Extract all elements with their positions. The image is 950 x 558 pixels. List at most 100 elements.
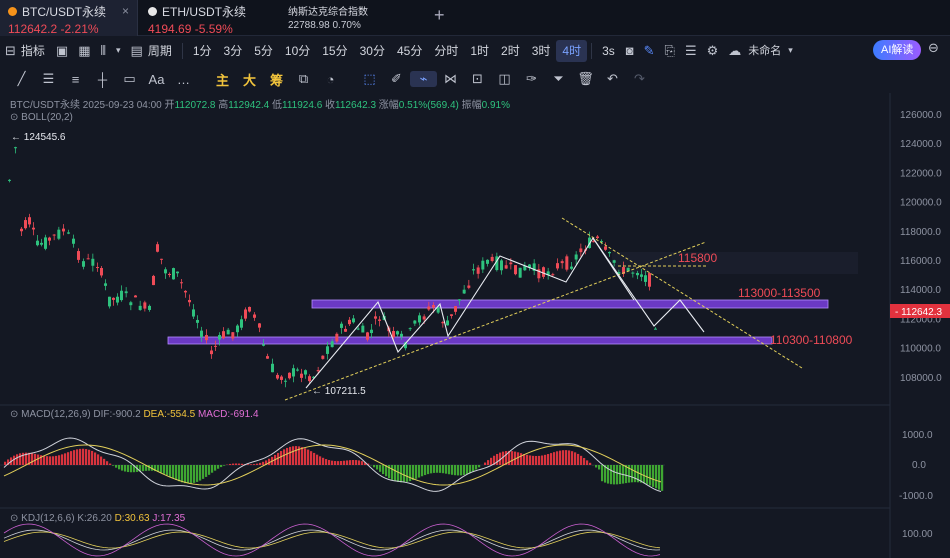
- candle-body: [262, 344, 265, 346]
- candle-body: [288, 372, 291, 379]
- candle-body: [266, 356, 269, 359]
- macd-bar: [583, 458, 586, 465]
- macd-bar: [64, 453, 67, 465]
- macd-bar: [85, 449, 88, 465]
- candle-body: [86, 258, 90, 260]
- candle-body: [400, 333, 403, 337]
- zone-113000-113500[interactable]: [311, 299, 829, 309]
- candle-body: [631, 272, 635, 274]
- macd-bar: [301, 447, 304, 465]
- macd-bar: [289, 446, 292, 465]
- candle-body: [124, 291, 128, 294]
- current-price-text: - 112642.3: [895, 307, 943, 318]
- price-axis-label: 110000.0: [900, 344, 941, 355]
- candle-body: [300, 373, 303, 378]
- macd-bar: [571, 451, 574, 465]
- candle-body: [472, 269, 475, 271]
- candle-body: [96, 267, 99, 269]
- macd-bar: [235, 463, 238, 465]
- price-axis-label: 116000.0: [900, 256, 941, 267]
- candle-body: [481, 260, 485, 270]
- macd-bar: [91, 450, 94, 465]
- candle-body: [574, 254, 578, 260]
- candle-body: [231, 332, 235, 339]
- macd-bar: [643, 465, 646, 484]
- candle-body: [62, 228, 65, 232]
- macd-bar: [349, 460, 352, 465]
- macd-bar: [595, 465, 598, 468]
- candle-body: [100, 268, 103, 276]
- macd-bar: [334, 461, 337, 465]
- macd-bar: [175, 465, 178, 480]
- macd-bar: [517, 452, 520, 465]
- candle-body: [352, 318, 355, 323]
- macd-bar: [373, 465, 376, 468]
- candle-body: [486, 259, 489, 264]
- candle-body: [500, 260, 503, 271]
- macd-bar: [322, 457, 325, 465]
- high-marker: ← 124545.6: [11, 132, 66, 143]
- macd-bar: [430, 465, 433, 474]
- candle-body: [188, 299, 191, 303]
- macd-bar: [103, 458, 106, 465]
- candle-body: [321, 355, 325, 359]
- macd-bar: [406, 465, 409, 482]
- macd-bar: [16, 454, 19, 465]
- candle-body: [164, 269, 167, 274]
- macd-bar: [46, 456, 49, 465]
- kdj-axis-label: 100.00: [902, 529, 933, 540]
- macd-bar: [613, 465, 616, 485]
- price-axis-label: 114000.0: [900, 285, 941, 296]
- macd-bar: [556, 451, 559, 465]
- candle-body: [192, 309, 195, 317]
- macd-bar: [328, 460, 331, 465]
- candle-body: [304, 370, 307, 375]
- macd-bar: [61, 454, 64, 465]
- macd-bar: [292, 446, 295, 465]
- macd-bar: [67, 452, 70, 465]
- macd-bar: [409, 465, 412, 482]
- candle-body: [152, 275, 155, 286]
- candle-body: [392, 331, 395, 338]
- candle-body: [330, 341, 334, 348]
- macd-bar: [565, 450, 568, 465]
- macd-bar: [241, 463, 244, 465]
- candle-body: [36, 240, 39, 246]
- macd-bar: [4, 461, 7, 465]
- macd-bar: [196, 465, 199, 482]
- candle-body: [570, 266, 573, 269]
- macd-bar: [343, 460, 346, 465]
- macd-bar: [340, 460, 343, 465]
- price-chart[interactable]: ← 124545.6 ← 107211.5 115800 113000-1135…: [0, 0, 950, 558]
- candle-body: [271, 363, 274, 373]
- macd-bar: [526, 454, 529, 465]
- candle-body: [292, 368, 295, 377]
- candle-body: [120, 290, 123, 301]
- macd-bar: [463, 465, 466, 475]
- candle-body: [348, 319, 351, 325]
- candle-body: [160, 258, 163, 260]
- macd-bar: [487, 460, 490, 465]
- candle-body: [490, 256, 494, 261]
- macd-bar: [19, 453, 22, 465]
- macd-bar: [547, 454, 550, 465]
- macd-bar: [412, 465, 415, 481]
- candle-body: [82, 261, 85, 267]
- macd-bar: [355, 460, 358, 465]
- macd-bar: [190, 465, 193, 484]
- candle-body: [112, 297, 115, 300]
- macd-bar: [610, 465, 613, 485]
- low-marker: ← 107211.5: [312, 386, 366, 397]
- macd-bar: [445, 465, 448, 474]
- macd-bar: [379, 465, 382, 472]
- candle-body: [476, 267, 480, 274]
- macd-bar: [310, 451, 313, 465]
- macd-bar: [256, 463, 259, 465]
- candle-body: [20, 228, 23, 232]
- candle-body: [458, 299, 461, 301]
- macd-bar: [37, 454, 40, 465]
- candle-body: [72, 238, 75, 244]
- macd-bar: [427, 465, 430, 475]
- zone-110300-110800[interactable]: [167, 336, 773, 345]
- candle-body: [222, 331, 225, 339]
